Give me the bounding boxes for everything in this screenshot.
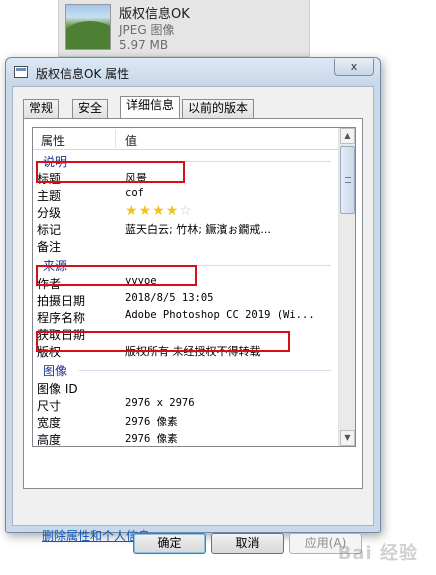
property-name: 拍摄日期 — [37, 294, 86, 308]
group-label: 来源 — [43, 259, 68, 273]
landscape-thumbnail-icon — [65, 4, 111, 50]
properties-list[interactable]: 属性 值 说明 标题 风景 主题 cof 分级 ★★★★☆ 标记 蓝天白云; 竹… — [32, 127, 356, 447]
group-label: 图像 — [43, 364, 68, 378]
scroll-up-arrow-icon[interactable]: ▲ — [340, 128, 355, 144]
property-value[interactable]: 风景 — [125, 170, 147, 186]
rating-stars[interactable]: ★★★★☆ — [125, 203, 193, 219]
star-icon[interactable]: ★ — [125, 203, 139, 219]
title-bar[interactable]: 版权信息OK 属性 x — [6, 58, 380, 86]
property-name: 标记 — [37, 223, 62, 237]
list-header: 属性 值 — [33, 128, 339, 150]
group-divider — [79, 161, 331, 162]
property-name: 尺寸 — [37, 399, 62, 413]
scroll-down-arrow-icon[interactable]: ▼ — [340, 430, 355, 446]
property-name: 备注 — [37, 240, 62, 254]
group-divider — [79, 265, 331, 266]
column-header-property[interactable]: 属性 — [41, 132, 65, 149]
group-divider — [79, 370, 331, 371]
watermark: Bai 经验 — [337, 543, 418, 564]
property-value[interactable]: 2976 像素 — [125, 431, 178, 446]
details-panel: 属性 值 说明 标题 风景 主题 cof 分级 ★★★★☆ 标记 蓝天白云; 竹… — [23, 118, 363, 543]
grip-icon — [345, 177, 351, 183]
property-row-copyright[interactable]: 版权 版权所有 未经授权不得转载 — [33, 342, 339, 359]
file-name: 版权信息OK — [119, 7, 190, 22]
property-name: 程序名称 — [37, 311, 86, 325]
property-row-program-name[interactable]: 程序名称 Adobe Photoshop CC 2019 (Wi... — [33, 308, 339, 325]
property-name: 宽度 — [37, 416, 62, 430]
star-icon[interactable]: ★ — [152, 203, 166, 219]
scrollbar-thumb[interactable] — [340, 146, 355, 214]
star-empty-icon[interactable]: ☆ — [179, 203, 193, 219]
star-icon[interactable]: ★ — [166, 203, 180, 219]
property-row-width[interactable]: 宽度 2976 像素 — [33, 413, 339, 430]
property-name: 图像 ID — [37, 382, 78, 396]
property-value[interactable]: 2018/8/5 13:05 — [125, 292, 214, 304]
group-label: 说明 — [43, 155, 68, 169]
property-value[interactable]: 蓝天白云; 竹林; 鐝濱ぉ鐗戒... — [125, 221, 271, 237]
property-row-author[interactable]: 作者 yvyoe — [33, 274, 339, 291]
file-type: JPEG 图像 — [119, 23, 175, 37]
properties-dialog: 版权信息OK 属性 x 常规 安全 详细信息 以前的版本 属性 值 说明 标题 … — [5, 57, 381, 554]
tab-security[interactable]: 安全 — [72, 99, 109, 118]
close-button[interactable]: x — [334, 59, 374, 76]
property-row-rating[interactable]: 分级 ★★★★☆ — [33, 203, 339, 220]
tab-previous-versions[interactable]: 以前的版本 — [182, 99, 255, 118]
property-row-subject[interactable]: 主题 cof — [33, 186, 339, 203]
property-value[interactable]: 2976 x 2976 — [125, 397, 195, 409]
file-tile[interactable]: 版权信息OK JPEG 图像 5.97 MB — [58, 0, 310, 57]
property-value[interactable]: cof — [125, 187, 144, 199]
cancel-button[interactable]: 取消 — [211, 533, 284, 554]
window-icon — [14, 66, 28, 78]
column-divider[interactable] — [115, 130, 116, 148]
screenshot: 版权信息OK JPEG 图像 5.97 MB 版权信息OK 属性 x 常规 安全… — [0, 0, 436, 575]
group-header-description: 说明 — [33, 152, 339, 169]
property-name: 标题 — [37, 172, 62, 186]
property-name: 获取日期 — [37, 328, 86, 342]
tab-details[interactable]: 详细信息 — [120, 96, 181, 118]
file-size: 5.97 MB — [119, 38, 169, 52]
property-row-date-taken[interactable]: 拍摄日期 2018/8/5 13:05 — [33, 291, 339, 308]
property-row-height[interactable]: 高度 2976 像素 — [33, 430, 339, 447]
group-header-image: 图像 — [33, 361, 339, 378]
property-name: 分级 — [37, 206, 62, 220]
property-row-date-acquired[interactable]: 获取日期 — [33, 325, 339, 342]
property-name: 作者 — [37, 277, 62, 291]
property-name: 版权 — [37, 345, 62, 359]
property-row-tags[interactable]: 标记 蓝天白云; 竹林; 鐝濱ぉ鐗戒... — [33, 220, 339, 237]
tab-general[interactable]: 常规 — [23, 99, 60, 118]
property-value[interactable]: Adobe Photoshop CC 2019 (Wi... — [125, 309, 315, 321]
property-value[interactable]: yvyoe — [125, 275, 157, 287]
ok-button[interactable]: 确定 — [133, 533, 206, 554]
column-header-value[interactable]: 值 — [125, 132, 137, 149]
property-value[interactable]: 2976 像素 — [125, 414, 178, 429]
property-value[interactable]: 版权所有 未经授权不得转载 — [125, 343, 261, 359]
property-rows: 说明 标题 风景 主题 cof 分级 ★★★★☆ 标记 蓝天白云; 竹林; 鐝濱… — [33, 150, 339, 446]
dialog-title: 版权信息OK 属性 — [36, 67, 130, 81]
property-row-dimensions[interactable]: 尺寸 2976 x 2976 — [33, 396, 339, 413]
property-name: 主题 — [37, 189, 62, 203]
vertical-scrollbar[interactable]: ▲ ▼ — [338, 128, 355, 446]
property-row-image-id[interactable]: 图像 ID — [33, 379, 339, 396]
dialog-client: 常规 安全 详细信息 以前的版本 属性 值 说明 标题 风景 主题 cof 分级… — [12, 86, 374, 554]
property-row-title[interactable]: 标题 风景 — [33, 169, 339, 186]
star-icon[interactable]: ★ — [139, 203, 153, 219]
property-row-comments[interactable]: 备注 — [33, 237, 339, 254]
property-name: 高度 — [37, 433, 62, 447]
group-header-source: 来源 — [33, 256, 339, 273]
